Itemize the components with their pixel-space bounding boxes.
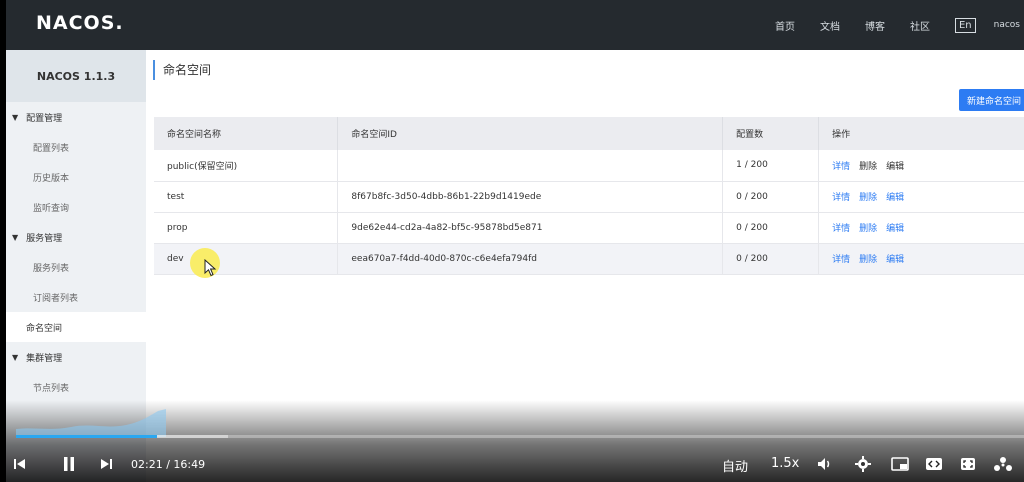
config-count: 1 / 200 xyxy=(722,150,820,182)
progress-preview-wave xyxy=(16,409,166,437)
caret-down-icon: ▼ xyxy=(12,352,19,362)
new-namespace-button[interactable]: 新建命名空间 xyxy=(959,89,1024,111)
column-header-id: 命名空间ID xyxy=(337,117,724,150)
detail-link[interactable]: 详情 xyxy=(832,255,850,265)
speed-button[interactable]: 1.5x xyxy=(771,456,799,471)
delete-link[interactable]: 删除 xyxy=(859,162,877,172)
progress-played xyxy=(16,435,158,438)
user-name[interactable]: nacos xyxy=(994,20,1020,30)
delete-link[interactable]: 删除 xyxy=(859,255,877,265)
sidebar-item-subscriber-list[interactable]: 订阅者列表 xyxy=(6,282,146,312)
menu-group-label: 服务管理 xyxy=(26,233,63,244)
detail-link[interactable]: 详情 xyxy=(832,193,850,203)
sidebar-item-node-list[interactable]: 节点列表 xyxy=(6,372,146,402)
namespace-name: public(保留空间) xyxy=(154,150,339,182)
top-nav: 首页 文档 博客 社区 En nacos xyxy=(775,0,1024,50)
delete-link[interactable]: 删除 xyxy=(859,224,877,234)
playback-time: 02:21 / 16:49 xyxy=(131,458,206,471)
sidebar-item-listener-query[interactable]: 监听查询 xyxy=(6,192,146,222)
edit-link[interactable]: 编辑 xyxy=(886,224,904,234)
progress-bar[interactable] xyxy=(16,435,1024,438)
namespace-name: prop xyxy=(154,212,339,244)
config-count: 0 / 200 xyxy=(722,212,820,244)
nav-home[interactable]: 首页 xyxy=(775,18,795,33)
config-count: 0 / 200 xyxy=(722,181,820,213)
barrage-icon[interactable] xyxy=(992,454,1014,474)
table-row: dev eea670a7-f4dd-40d0-870c-c6e4efa794fd… xyxy=(154,243,1024,275)
edit-link[interactable]: 编辑 xyxy=(886,193,904,203)
language-toggle[interactable]: En xyxy=(954,17,976,33)
fullscreen-icon[interactable] xyxy=(958,455,978,473)
menu-group-config[interactable]: ▼ 配置管理 xyxy=(6,102,146,132)
sidebar-item-namespace[interactable]: 命名空间 xyxy=(6,312,146,342)
namespace-id xyxy=(337,150,724,182)
column-header-count: 配置数 xyxy=(722,117,820,150)
settings-gear-icon[interactable] xyxy=(854,455,872,473)
top-header: NACOS. 首页 文档 博客 社区 En nacos xyxy=(6,0,1024,50)
next-icon[interactable] xyxy=(98,456,114,472)
edit-link[interactable]: 编辑 xyxy=(886,162,904,172)
nav-community[interactable]: 社区 xyxy=(910,18,930,33)
column-header-name: 命名空间名称 xyxy=(154,117,339,150)
row-actions: 详情 删除 编辑 xyxy=(818,243,1024,275)
menu-group-label: 集群管理 xyxy=(26,353,63,364)
namespace-id: 8f67b8fc-3d50-4dbb-86b1-22b9d1419ede xyxy=(337,181,724,213)
namespace-name: dev xyxy=(154,243,339,275)
sidebar-item-history[interactable]: 历史版本 xyxy=(6,162,146,192)
volume-icon[interactable] xyxy=(816,456,834,472)
delete-link[interactable]: 删除 xyxy=(859,193,877,203)
page-title: 命名空间 xyxy=(153,60,211,80)
version-label: NACOS 1.1.3 xyxy=(6,50,146,102)
previous-icon[interactable] xyxy=(12,456,28,472)
menu-group-label: 配置管理 xyxy=(26,113,63,124)
row-actions: 详情 删除 编辑 xyxy=(818,150,1024,182)
edit-link[interactable]: 编辑 xyxy=(886,255,904,265)
sidebar-item-service-list[interactable]: 服务列表 xyxy=(6,252,146,282)
caret-down-icon: ▼ xyxy=(12,112,19,122)
app-frame: NACOS. 首页 文档 博客 社区 En nacos NACOS 1.1.3 … xyxy=(6,0,1024,482)
namespace-name: test xyxy=(154,181,339,213)
quality-auto-button[interactable]: 自动 xyxy=(722,456,748,475)
pause-icon[interactable] xyxy=(61,456,77,472)
namespace-table: 命名空间名称 命名空间ID 配置数 操作 public(保留空间) 1 / 20… xyxy=(154,117,1024,275)
config-count: 0 / 200 xyxy=(722,243,820,275)
sidebar-item-config-list[interactable]: 配置列表 xyxy=(6,132,146,162)
table-row: public(保留空间) 1 / 200 详情 删除 编辑 xyxy=(154,150,1024,182)
table-row: prop 9de62e44-cd2a-4a82-bf5c-95878bd5e87… xyxy=(154,212,1024,244)
nav-docs[interactable]: 文档 xyxy=(820,18,840,33)
detail-link[interactable]: 详情 xyxy=(832,162,850,172)
row-actions: 详情 删除 编辑 xyxy=(818,212,1024,244)
mouse-pointer-icon xyxy=(204,259,217,277)
menu-group-cluster[interactable]: ▼ 集群管理 xyxy=(6,342,146,372)
player-controls: 02:21 / 16:49 自动 1.5x xyxy=(6,448,1024,478)
column-header-actions: 操作 xyxy=(818,117,1024,150)
table-row: test 8f67b8fc-3d50-4dbb-86b1-22b9d1419ed… xyxy=(154,181,1024,213)
nav-blog[interactable]: 博客 xyxy=(865,18,885,33)
namespace-id: eea670a7-f4dd-40d0-870c-c6e4efa794fd xyxy=(337,243,724,275)
menu-group-service[interactable]: ▼ 服务管理 xyxy=(6,222,146,252)
namespace-id: 9de62e44-cd2a-4a82-bf5c-95878bd5e871 xyxy=(337,212,724,244)
web-fullscreen-icon[interactable] xyxy=(924,455,944,473)
table-header-row: 命名空间名称 命名空间ID 配置数 操作 xyxy=(154,117,1024,150)
row-actions: 详情 删除 编辑 xyxy=(818,181,1024,213)
nacos-logo[interactable]: NACOS. xyxy=(36,12,124,34)
caret-down-icon: ▼ xyxy=(12,232,19,242)
detail-link[interactable]: 详情 xyxy=(832,224,850,234)
picture-in-picture-icon[interactable] xyxy=(890,455,910,473)
